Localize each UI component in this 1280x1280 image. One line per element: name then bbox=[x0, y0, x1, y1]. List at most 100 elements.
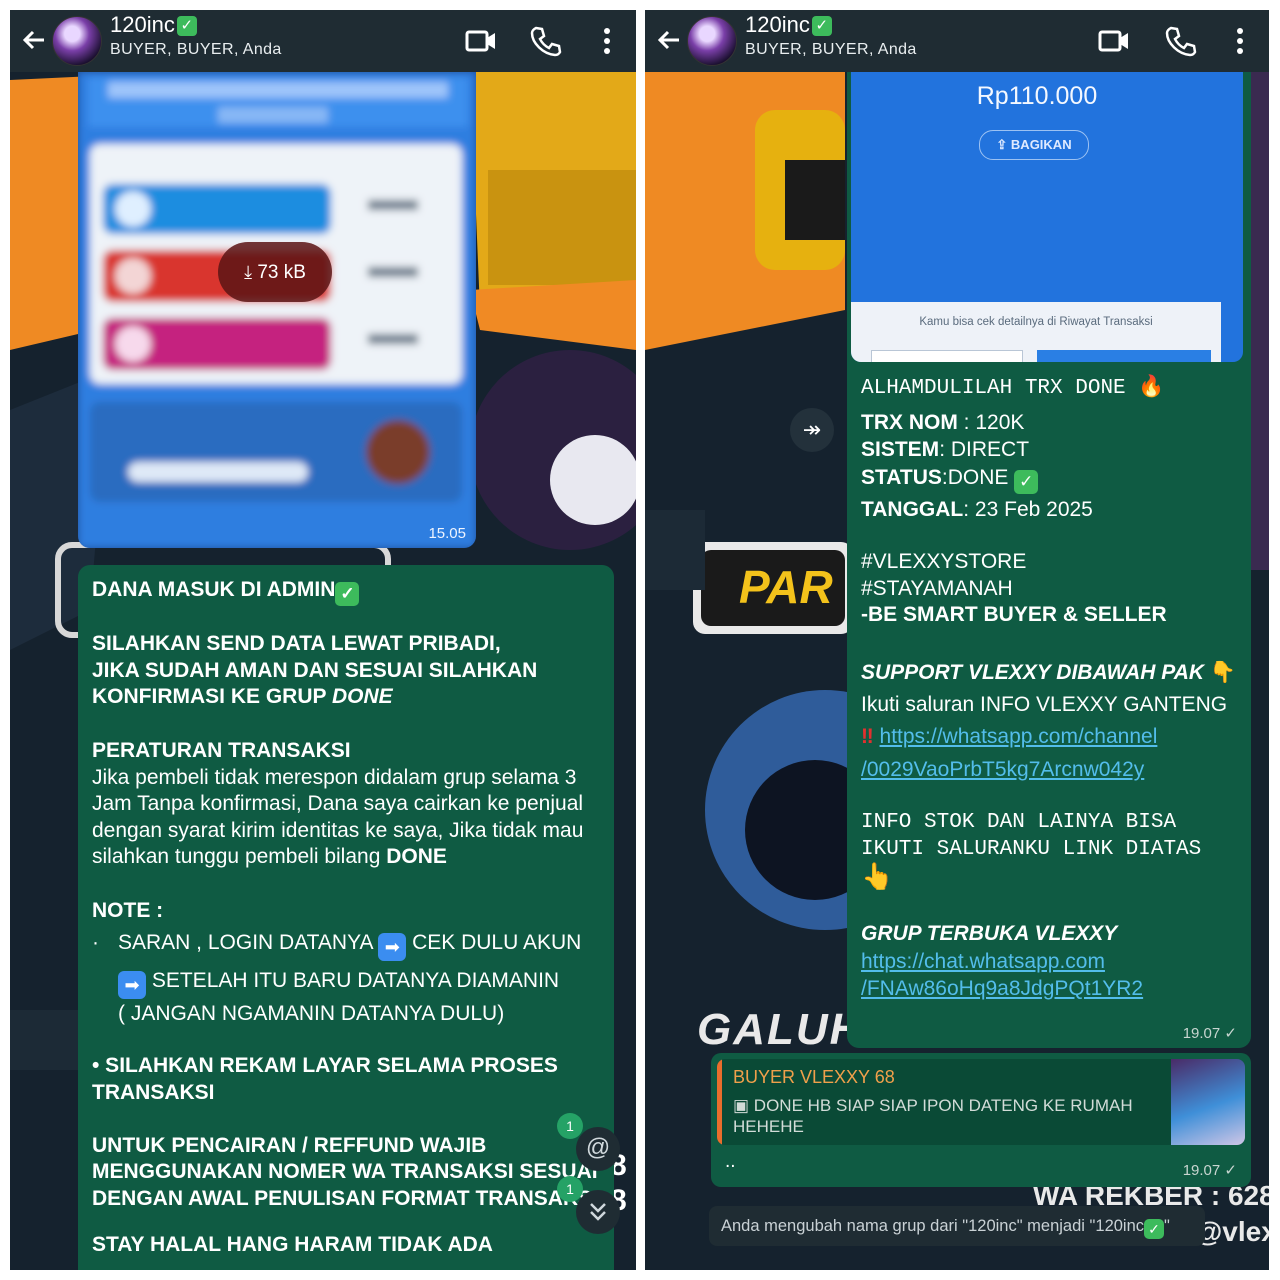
done-text: DONE bbox=[386, 845, 447, 868]
reply-text: .. bbox=[725, 1151, 736, 1172]
message-time: 19.07 ✓ bbox=[1182, 1162, 1237, 1179]
hashtag: #VLEXXYSTORE bbox=[861, 550, 1027, 573]
info-line: INFO STOK DAN LAINYA BISA bbox=[861, 811, 1177, 834]
date-value: : 23 Feb 2025 bbox=[963, 498, 1093, 521]
note-line: SETELAH ITU BARU DATANYA DIAMANIN bbox=[151, 969, 560, 992]
phone-call-icon[interactable] bbox=[1163, 24, 1197, 58]
check-emoji-icon: ✓ bbox=[1014, 470, 1039, 494]
system-value: : DIRECT bbox=[939, 437, 1030, 461]
transaction-done-message[interactable]: Rp110.000 ⇪ BAGIKAN Kamu bisa cek detail… bbox=[847, 72, 1251, 1048]
fund-received-text: DANA MASUK DI ADMIN bbox=[92, 578, 336, 601]
download-button[interactable]: ⤓ 73 kB bbox=[218, 242, 332, 302]
amount-text: Rp110.000 bbox=[976, 82, 1098, 110]
note-title: NOTE : bbox=[92, 899, 164, 922]
reply-message[interactable]: BUYER VLEXXY 68 ▣ DONE HB SIAP SIAP IPON… bbox=[711, 1053, 1251, 1187]
quoted-author: BUYER VLEXXY 68 bbox=[733, 1067, 895, 1087]
image-message[interactable]: ⤓ 73 kB 15.05 bbox=[78, 72, 476, 548]
note-line: CEK DULU AKUN bbox=[412, 931, 582, 954]
rules-line: dengan syarat kirim identitas ke saya, J… bbox=[92, 818, 584, 842]
done-text: DONE bbox=[331, 685, 393, 708]
back-arrow-icon[interactable] bbox=[653, 24, 685, 56]
left-chat-screen: 8 8 120inc ✓ BUYER, BUYER, Anda ⤓ 73 kB … bbox=[10, 10, 636, 1270]
pointing-down-emoji-icon: 👇 bbox=[1209, 661, 1237, 684]
note-line: ( JANGAN NGAMANIN DATANYA DULU) bbox=[118, 1002, 505, 1025]
arrow-right-emoji-icon: ➡ bbox=[118, 971, 146, 999]
mention-badge: 1 bbox=[557, 1113, 583, 1139]
payment-receipt-image[interactable]: Rp110.000 ⇪ BAGIKAN Kamu bisa cek detail… bbox=[851, 72, 1243, 362]
bullet: · bbox=[92, 931, 99, 954]
scroll-badge: 1 bbox=[557, 1176, 583, 1202]
share-button: ⇪ BAGIKAN bbox=[979, 130, 1089, 160]
cut-off-line: STAY HALAL HANG HARAM TIDAK ADA bbox=[92, 1232, 493, 1256]
admin-rules-message[interactable]: DANA MASUK DI ADMIN ✓ SILAHKAN SEND DATA … bbox=[78, 565, 614, 1270]
slogan: -BE SMART BUYER & SELLER bbox=[861, 603, 1167, 626]
check-emoji-icon: ✓ bbox=[176, 16, 197, 36]
group-open-text: GRUP TERBUKA VLEXXY bbox=[861, 922, 1118, 945]
group-link[interactable]: https://chat.whatsapp.com bbox=[861, 950, 1105, 973]
forward-icon: ↠ bbox=[802, 417, 822, 442]
instruction-line: SILAHKAN SEND DATA LEWAT PRIBADI, bbox=[92, 632, 501, 655]
quoted-text: DONE HB SIAP SIAP IPON DATENG KE RUMAH bbox=[753, 1096, 1133, 1115]
group-title[interactable]: 120inc ✓ bbox=[110, 12, 197, 38]
more-options-icon[interactable] bbox=[590, 24, 624, 58]
system-label: SISTEM bbox=[861, 437, 940, 461]
right-chat-screen: GALUH PAR WA REKBER : 628 @vlex 120inc ✓ … bbox=[645, 10, 1269, 1270]
group-participants: BUYER, BUYER, Anda bbox=[110, 41, 282, 58]
date-label: TANGGAL bbox=[861, 498, 964, 521]
check-emoji-icon: ✓ bbox=[1144, 1219, 1165, 1239]
check-emoji-icon: ✓ bbox=[335, 582, 360, 606]
group-link[interactable]: /FNAw86oHq9a8JdgPQt1YR2 bbox=[861, 977, 1143, 1000]
scroll-down-button[interactable] bbox=[576, 1190, 620, 1234]
arrow-right-emoji-icon: ➡ bbox=[378, 933, 407, 961]
group-title[interactable]: 120inc ✓ bbox=[745, 12, 832, 38]
rules-line: silahkan tunggu pembeli bilang bbox=[92, 845, 387, 868]
hashtag: #STAYAMANAH bbox=[861, 576, 1013, 600]
fire-emoji-icon: 🔥 bbox=[1138, 377, 1165, 400]
blurred-image-preview bbox=[78, 72, 476, 548]
instruction-line: JIKA SUDAH AMAN DAN SESUAI SILAHKAN bbox=[92, 658, 538, 682]
sent-check-icon: ✓ bbox=[1224, 1162, 1237, 1179]
sent-check-icon: ✓ bbox=[1224, 1025, 1237, 1042]
channel-link[interactable]: /0029VaoPrbT5kg7Arcnw042y bbox=[861, 758, 1144, 781]
system-message: Anda mengubah nama grup dari "120inc" me… bbox=[709, 1206, 1205, 1246]
video-call-icon[interactable] bbox=[1097, 24, 1131, 58]
check-emoji-icon: ✓ bbox=[811, 16, 832, 36]
info-line: IKUTI SALURANKU LINK DIATAS bbox=[861, 837, 1202, 861]
galuh-watermark: GALUH bbox=[697, 1005, 864, 1054]
at-icon: @ bbox=[585, 1134, 611, 1161]
pointing-up-emoji-icon: 👆 bbox=[861, 861, 894, 891]
more-options-icon[interactable] bbox=[1223, 24, 1257, 58]
rules-line: Jika pembeli tidak merespon didalam grup… bbox=[92, 765, 577, 789]
rename-notice-suffix: " bbox=[1164, 1217, 1170, 1235]
group-avatar[interactable] bbox=[687, 16, 737, 66]
trx-done-title: ALHAMDULILAH TRX DONE bbox=[861, 377, 1126, 400]
status-value: :DONE bbox=[941, 466, 1009, 489]
group-participants: BUYER, BUYER, Anda bbox=[745, 41, 917, 58]
status-label: STATUS bbox=[861, 466, 942, 489]
refund-line: UNTUK PENCAIRAN / REFFUND WAJIB bbox=[92, 1133, 487, 1157]
image-icon: ▣ bbox=[733, 1096, 750, 1115]
rules-line: Jam Tanpa konfirmasi, Dana saya cairkan … bbox=[92, 792, 584, 815]
channel-link[interactable]: https://whatsapp.com/channel bbox=[880, 725, 1158, 748]
vlex-watermark: @vlex bbox=[1195, 1216, 1269, 1247]
video-call-icon[interactable] bbox=[464, 24, 498, 58]
quoted-text: HEHEHE bbox=[733, 1117, 804, 1136]
note-line: SARAN , LOGIN DATANYA bbox=[118, 931, 373, 954]
par-watermark: PAR bbox=[739, 561, 833, 613]
phone-call-icon[interactable] bbox=[528, 24, 562, 58]
record-line: • SILAHKAN REKAM LAYAR SELAMA PROSES bbox=[92, 1054, 558, 1077]
message-time: 15.05 bbox=[428, 525, 466, 542]
back-arrow-icon[interactable] bbox=[18, 24, 50, 56]
share-icon: ⇪ bbox=[996, 137, 1008, 152]
trx-value: : 120K bbox=[957, 411, 1025, 434]
rename-notice: Anda mengubah nama grup dari "120inc" me… bbox=[721, 1217, 1145, 1235]
download-icon: ⤓ bbox=[244, 262, 253, 282]
quoted-message[interactable]: BUYER VLEXXY 68 ▣ DONE HB SIAP SIAP IPON… bbox=[717, 1059, 1245, 1145]
group-avatar[interactable] bbox=[52, 16, 102, 66]
instruction-line: KONFIRMASI KE GRUP bbox=[92, 685, 332, 708]
forward-button[interactable]: ↠ bbox=[790, 408, 834, 452]
mention-button[interactable]: @ bbox=[576, 1127, 620, 1171]
message-time: 19.07 ✓ bbox=[1182, 1025, 1237, 1042]
trx-label: TRX NOM bbox=[861, 411, 958, 434]
quoted-thumbnail bbox=[1171, 1059, 1245, 1145]
